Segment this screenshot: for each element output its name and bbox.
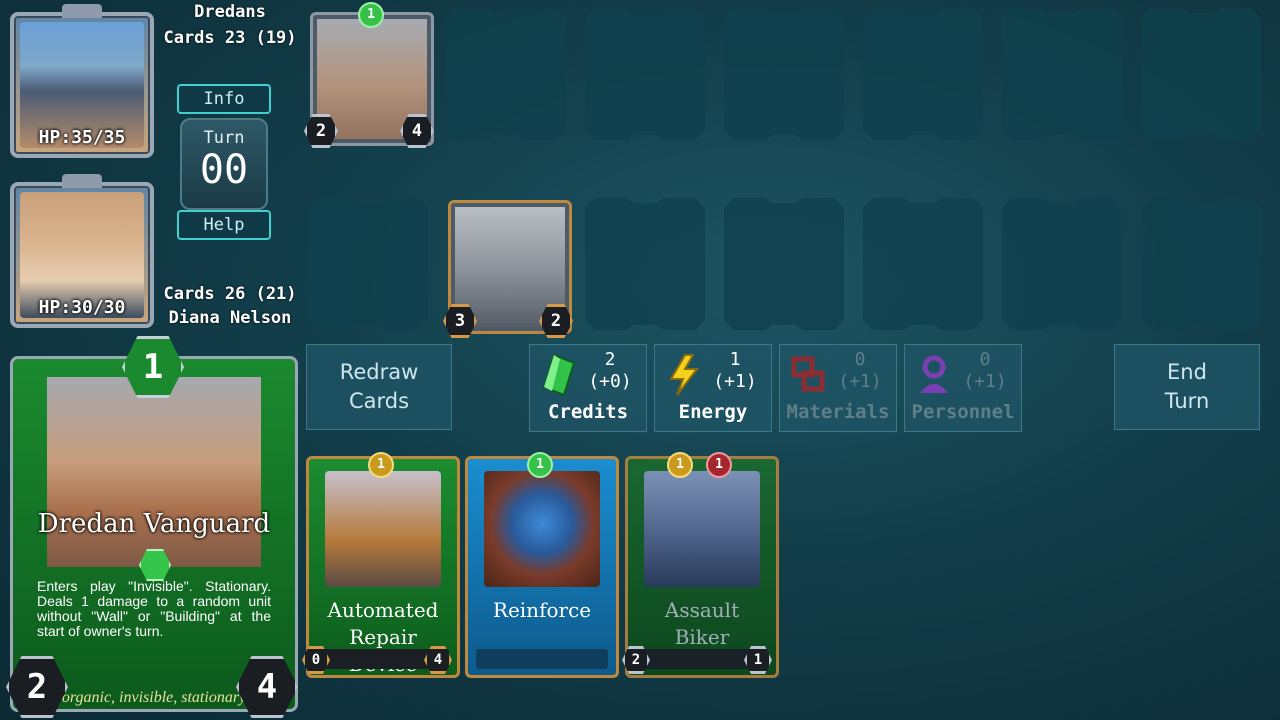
- enemy-slot[interactable]: [863, 8, 983, 140]
- enemy-unit-cost-gem: 1: [358, 2, 384, 28]
- resource-credits: 2 (+0) Credits: [529, 344, 647, 432]
- hand-card-cost: 1: [368, 452, 394, 478]
- info-button[interactable]: Info: [177, 84, 271, 114]
- hand-card-cost: 1: [527, 452, 553, 478]
- end-turn-button[interactable]: End Turn: [1114, 344, 1260, 430]
- enemy-slot[interactable]: [1141, 8, 1261, 140]
- hand-card-name: Assault Biker: [664, 598, 740, 649]
- personnel-count: 0: [979, 349, 991, 370]
- hand-card-automated-repair-device[interactable]: Automated Repair Device: [306, 456, 460, 678]
- hand-card-name: Reinforce: [492, 598, 592, 622]
- help-button[interactable]: Help: [177, 210, 271, 240]
- biker-art: [644, 471, 760, 587]
- redraw-cards-button[interactable]: Redraw Cards: [306, 344, 452, 430]
- robot-art: [325, 471, 441, 587]
- enemy-slot[interactable]: [1002, 8, 1122, 140]
- hand-card-name: Automated Repair Device: [327, 598, 439, 676]
- enemy-slot[interactable]: [724, 8, 844, 140]
- player-slot[interactable]: [585, 198, 705, 330]
- player-slot[interactable]: [724, 198, 844, 330]
- player-card-count: Cards 26 (21): [163, 284, 297, 304]
- selected-card-description: Enters play "Invisible". Stationary. Dea…: [37, 578, 271, 639]
- lightning-icon: [665, 353, 703, 397]
- personnel-delta: (+1): [963, 371, 1007, 392]
- personnel-label: Personnel: [911, 401, 1015, 423]
- hand-card-cost-secondary: 1: [706, 452, 732, 478]
- player-portrait[interactable]: HP:30/30: [10, 174, 154, 328]
- player-name: Diana Nelson: [168, 308, 292, 328]
- enemy-slot[interactable]: [585, 8, 705, 140]
- resource-energy: 1 (+1) Energy: [654, 344, 772, 432]
- turn-counter: Turn 00: [180, 118, 268, 210]
- resource-materials: 0 (+1) Materials: [779, 344, 897, 432]
- energy-count: 1: [729, 349, 741, 370]
- player-slot[interactable]: [308, 198, 428, 330]
- resource-personnel: 0 (+1) Personnel: [904, 344, 1022, 432]
- player-slot[interactable]: [863, 198, 983, 330]
- credits-count: 2: [604, 349, 616, 370]
- turn-value: 00: [199, 147, 249, 193]
- player-slot[interactable]: [1141, 198, 1261, 330]
- personnel-icon: [915, 353, 953, 397]
- selected-card-name: Dredan Vanguard: [37, 509, 271, 539]
- credits-delta: (+0): [588, 371, 632, 392]
- hand-card-cost: 1: [667, 452, 693, 478]
- green-crystal-icon: [540, 353, 578, 397]
- opponent-card-count: Cards 23 (19): [163, 28, 297, 48]
- credits-label: Credits: [547, 401, 629, 423]
- opponent-hp: HP:35/35: [38, 127, 126, 148]
- materials-icon: [790, 353, 828, 397]
- hand-card-reinforce[interactable]: Reinforce: [465, 456, 619, 678]
- portrait-clip: [62, 174, 102, 188]
- turn-label: Turn: [203, 128, 245, 148]
- opponent-portrait[interactable]: HP:35/35: [10, 4, 154, 158]
- materials-count: 0: [854, 349, 866, 370]
- opponent-name: Dredans: [194, 2, 266, 22]
- energy-delta: (+1): [713, 371, 757, 392]
- player-hp: HP:30/30: [38, 297, 126, 318]
- materials-delta: (+1): [838, 371, 882, 392]
- materials-label: Materials: [786, 401, 890, 423]
- hand-card-assault-biker[interactable]: Assault Biker: [625, 456, 779, 678]
- enemy-slot[interactable]: [446, 8, 566, 140]
- hand-card-footer: [476, 649, 608, 669]
- portrait-clip: [62, 4, 102, 18]
- shield-art: [484, 471, 600, 587]
- player-slot[interactable]: [1002, 198, 1122, 330]
- energy-label: Energy: [678, 401, 748, 423]
